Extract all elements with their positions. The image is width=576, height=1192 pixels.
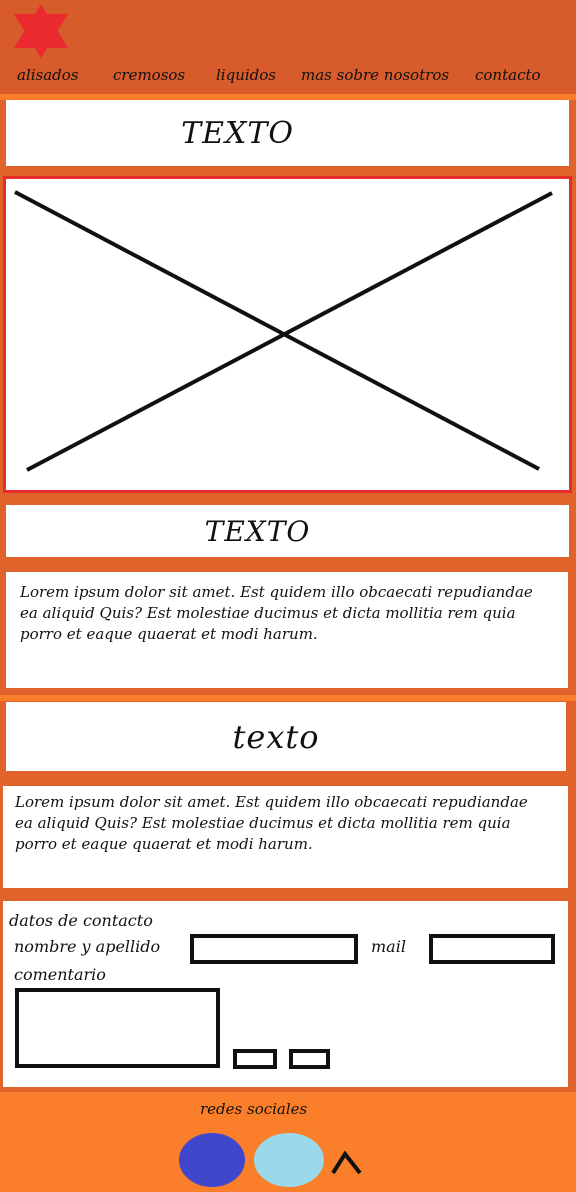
paragraph-text: Lorem ipsum dolor sit amet. Est quidem i…	[20, 583, 533, 643]
text-panel: Lorem ipsum dolor sit amet. Est quidem i…	[6, 572, 568, 688]
page-title: TEXTO	[181, 115, 294, 151]
nav-item-mas-sobre-nosotros[interactable]: mas sobre nosotros	[301, 66, 449, 84]
reset-button[interactable]	[289, 1049, 330, 1069]
star-logo-icon[interactable]	[8, 2, 74, 60]
nav-item-liquidos[interactable]: liquidos	[216, 66, 276, 84]
nav-item-cremosos[interactable]: cremosos	[113, 66, 185, 84]
image-placeholder	[3, 176, 572, 493]
paragraph-text: Lorem ipsum dolor sit amet. Est quidem i…	[15, 793, 528, 853]
social-link-blue[interactable]	[178, 1132, 246, 1188]
header: alisados cremosos liquidos mas sobre nos…	[0, 0, 576, 94]
name-input[interactable]	[190, 934, 358, 964]
section-title: TEXTO	[204, 514, 311, 548]
section-title-panel: texto	[6, 702, 566, 771]
text-panel: Lorem ipsum dolor sit amet. Est quidem i…	[3, 786, 568, 888]
mail-input[interactable]	[429, 934, 555, 964]
mail-label: mail	[371, 937, 406, 956]
social-label: redes sociales	[200, 1100, 308, 1118]
scroll-top-button[interactable]	[330, 1150, 362, 1176]
comment-label: comentario	[14, 965, 106, 984]
name-label: nombre y apellido	[14, 937, 161, 956]
nav-item-contacto[interactable]: contacto	[475, 66, 541, 84]
submit-button[interactable]	[233, 1049, 277, 1069]
section-title: texto	[232, 717, 320, 756]
contact-form: datos de contacto nombre y apellido mail…	[3, 901, 568, 1087]
nav-item-alisados[interactable]: alisados	[17, 66, 79, 84]
comment-textarea[interactable]	[15, 988, 220, 1068]
contact-heading: datos de contacto	[9, 911, 153, 930]
divider-strip	[0, 695, 576, 701]
social-link-lightblue[interactable]	[254, 1132, 326, 1188]
title-panel: TEXTO	[6, 100, 569, 166]
image-placeholder-cross-icon	[14, 190, 553, 472]
section-title-panel: TEXTO	[6, 505, 569, 557]
footer: redes sociales	[0, 1092, 576, 1192]
